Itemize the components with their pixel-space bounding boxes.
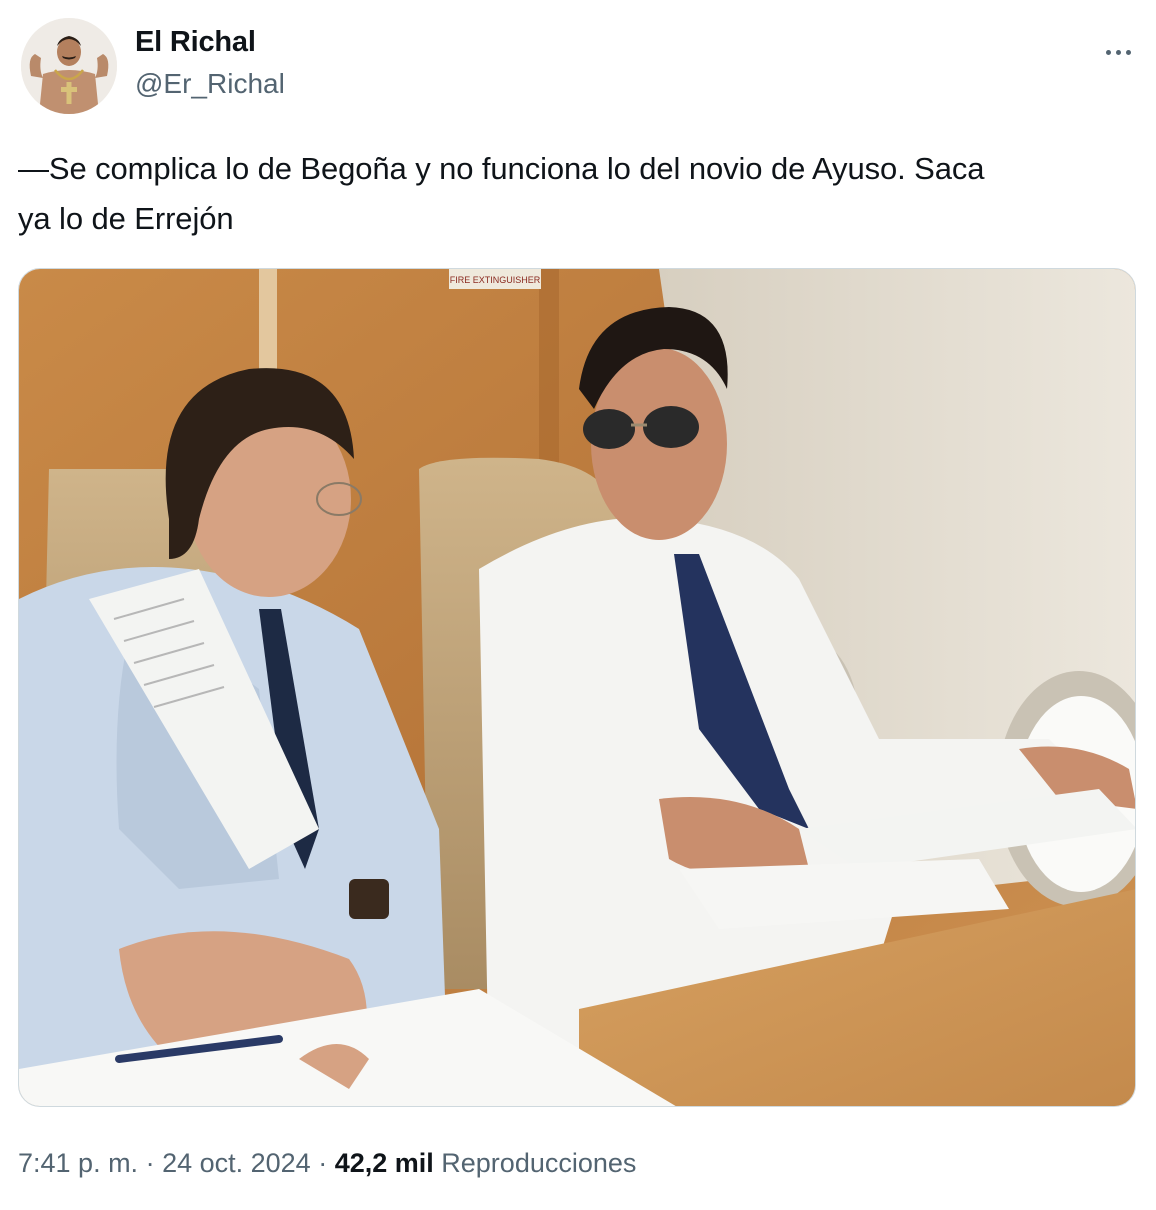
tweet-photo[interactable]: FIRE EXTINGUISHER [18,268,1136,1107]
ellipsis-icon [1105,49,1111,55]
profile-photo-icon [21,18,117,114]
meta-separator: · [138,1148,163,1178]
ellipsis-icon-dot [1115,49,1121,55]
meta-separator: · [310,1148,335,1178]
tweet-text: —Se complica lo de Begoña y no funciona … [18,144,1128,244]
views-count: 42,2 mil [334,1148,434,1178]
tweet-text-line: ya lo de Errejón [18,201,234,236]
airplane-cabin-photo: FIRE EXTINGUISHER [19,269,1135,1106]
tweet-date[interactable]: 24 oct. 2024 [162,1148,311,1178]
views-label: Reproducciones [441,1148,637,1178]
author-handle[interactable]: @Er_Richal [135,68,285,100]
tweet-metadata: 7:41 p. m. · 24 oct. 2024 · 42,2 mil Rep… [18,1148,636,1179]
more-options-button[interactable] [1094,36,1142,68]
tweet-time[interactable]: 7:41 p. m. [18,1148,138,1178]
tweet-text-line: —Se complica lo de Begoña y no funciona … [18,151,985,186]
tweet-card: El Richal @Er_Richal —Se complica lo de … [0,0,1156,1210]
author-display-name[interactable]: El Richal [135,26,256,59]
sign-text: FIRE EXTINGUISHER [450,275,541,285]
ellipsis-icon-dot [1125,49,1131,55]
author-avatar[interactable] [21,18,117,114]
